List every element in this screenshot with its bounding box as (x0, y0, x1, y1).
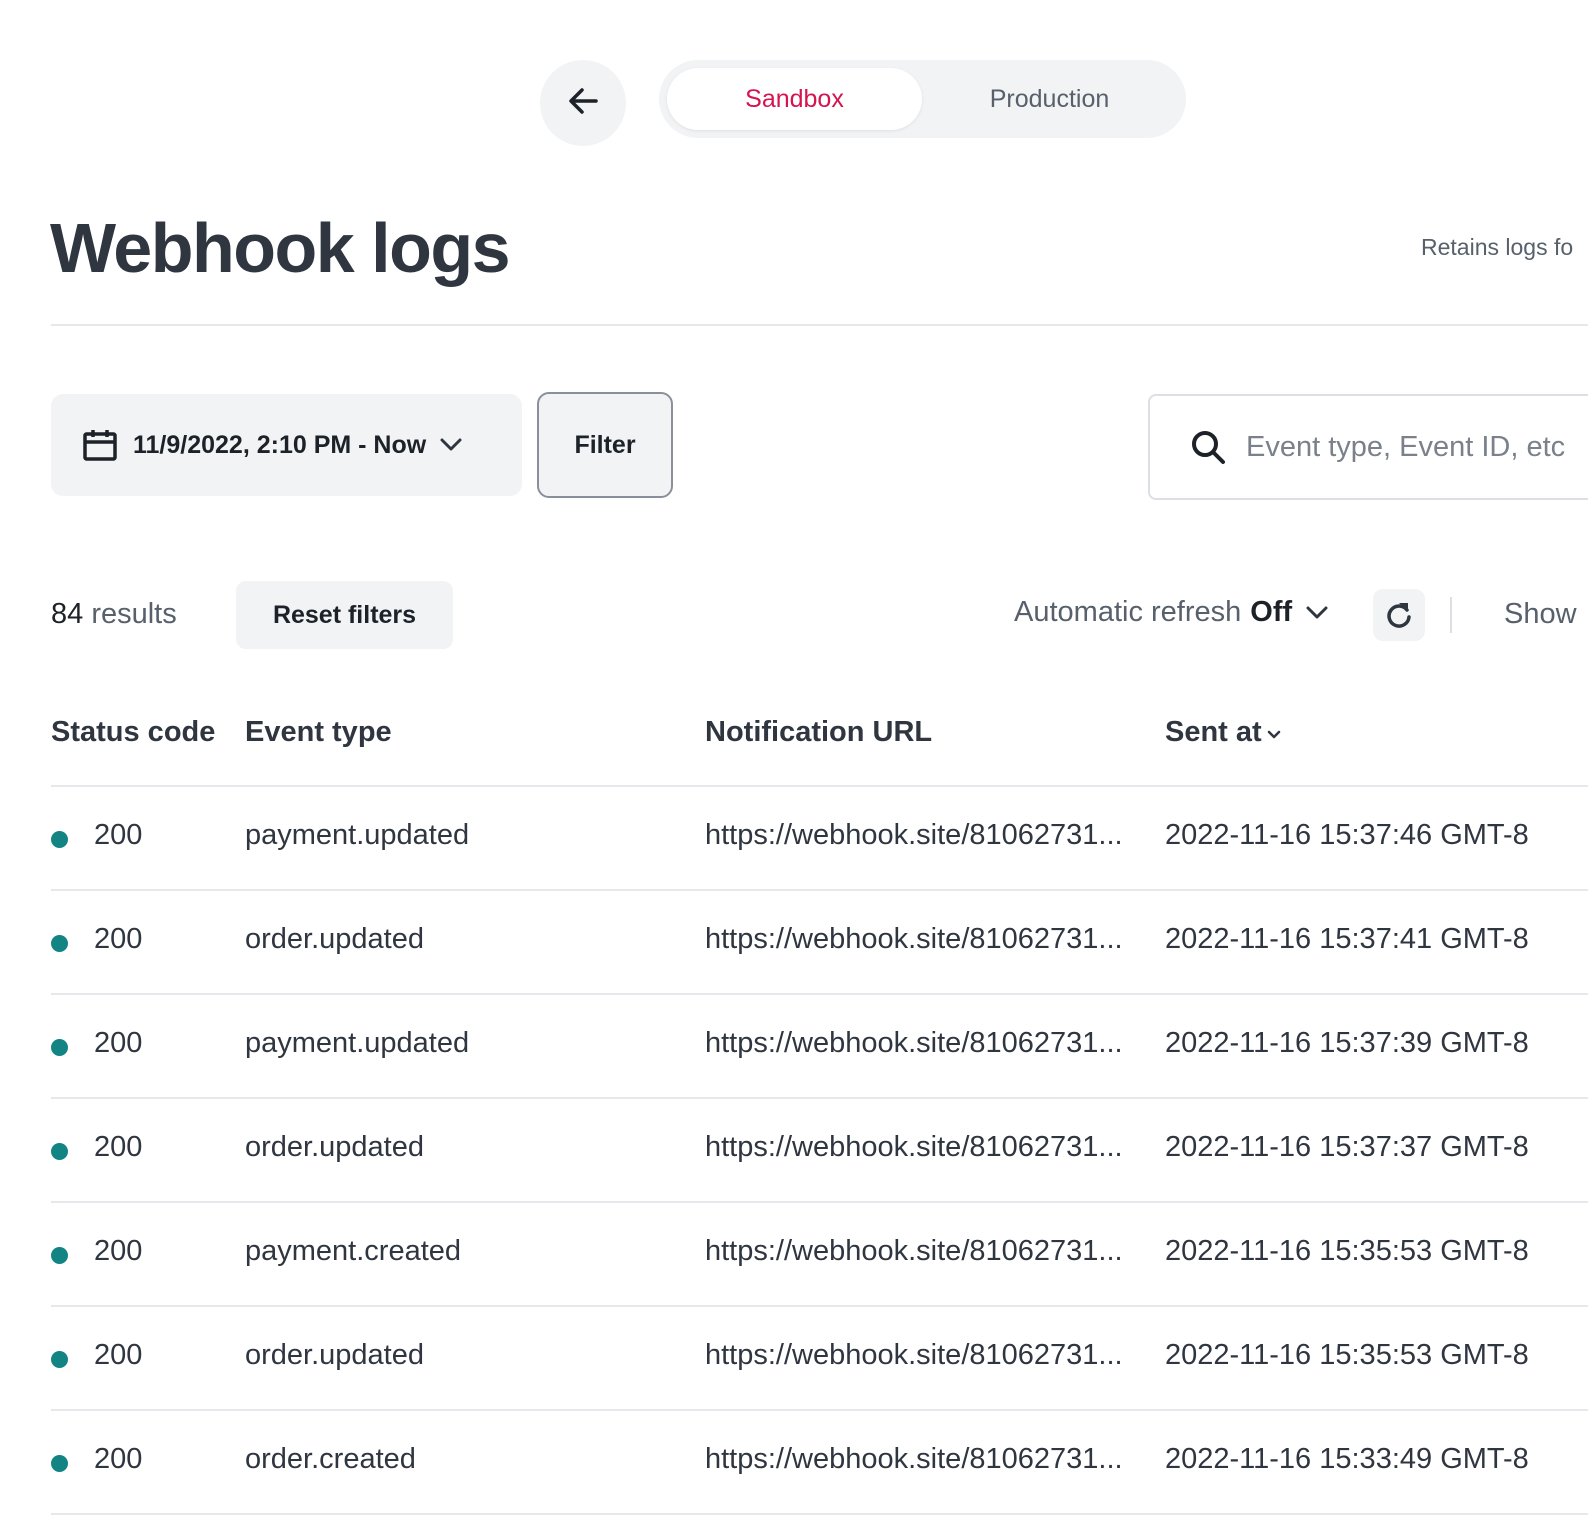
notification-url: https://webhook.site/81062731... (705, 1027, 1123, 1059)
sent-at: 2022-11-16 15:37:39 GMT-8 (1165, 1027, 1529, 1059)
column-header-status-code: Status code (51, 716, 216, 748)
sent-at: 2022-11-16 15:35:53 GMT-8 (1165, 1339, 1529, 1371)
table-row[interactable]: 200 order.created https://webhook.site/8… (0, 1411, 1588, 1513)
event-type: payment.updated (245, 1027, 470, 1059)
environment-toggle: Sandbox Production (659, 60, 1186, 138)
chevron-down-icon (1306, 606, 1328, 620)
tab-production[interactable]: Production (922, 68, 1177, 130)
results-count-suffix: results (91, 598, 177, 630)
notification-url: https://webhook.site/81062731... (705, 819, 1123, 851)
sent-at: 2022-11-16 15:37:41 GMT-8 (1165, 923, 1529, 955)
column-header-sent-at-label: Sent at (1165, 716, 1262, 748)
search-icon (1190, 429, 1226, 465)
event-type: order.updated (245, 1339, 424, 1371)
sent-at: 2022-11-16 15:37:37 GMT-8 (1165, 1131, 1529, 1163)
date-range-picker[interactable]: 11/9/2022, 2:10 PM - Now (51, 394, 522, 496)
automatic-refresh-value: Off (1250, 596, 1293, 628)
results-count: 84 results (51, 598, 177, 631)
status-dot-icon (51, 935, 68, 952)
status-dot-icon (51, 1247, 68, 1264)
table-row[interactable]: 200 payment.updated https://webhook.site… (0, 787, 1588, 889)
status-dot-icon (51, 1143, 68, 1160)
status-dot-icon (51, 1039, 68, 1056)
event-type: payment.updated (245, 819, 470, 851)
status-code: 200 (94, 1131, 143, 1163)
filter-button[interactable]: Filter (537, 392, 673, 498)
column-header-sent-at[interactable]: Sent at (1165, 716, 1281, 749)
table-row[interactable]: 200 payment.created https://webhook.site… (0, 1203, 1588, 1305)
notification-url: https://webhook.site/81062731... (705, 1131, 1123, 1163)
table-divider (51, 1513, 1588, 1515)
refresh-icon (1385, 600, 1413, 630)
notification-url: https://webhook.site/81062731... (705, 1443, 1123, 1475)
event-type: order.updated (245, 923, 424, 955)
arrow-left-icon (568, 87, 598, 120)
event-type: payment.created (245, 1235, 462, 1267)
sent-at: 2022-11-16 15:37:46 GMT-8 (1165, 819, 1529, 851)
automatic-refresh-dropdown[interactable]: Automatic refresh Off (1014, 596, 1328, 629)
table-row[interactable]: 200 order.updated https://webhook.site/8… (0, 1099, 1588, 1201)
status-dot-icon (51, 1455, 68, 1472)
automatic-refresh-label: Automatic refresh (1014, 596, 1242, 628)
table-row[interactable]: 200 order.updated https://webhook.site/8… (0, 1307, 1588, 1409)
column-header-event-type: Event type (245, 716, 392, 748)
sent-at: 2022-11-16 15:33:49 GMT-8 (1165, 1443, 1529, 1475)
refresh-button[interactable] (1373, 589, 1425, 641)
divider (1450, 597, 1452, 633)
show-label[interactable]: Show (1504, 598, 1577, 631)
notification-url: https://webhook.site/81062731... (705, 923, 1123, 955)
status-code: 200 (94, 1339, 143, 1371)
status-code: 200 (94, 1443, 143, 1475)
status-dot-icon (51, 1351, 68, 1368)
notification-url: https://webhook.site/81062731... (705, 1339, 1123, 1371)
tab-sandbox[interactable]: Sandbox (667, 68, 922, 130)
table-row[interactable]: 200 order.updated https://webhook.site/8… (0, 891, 1588, 993)
sort-chevron-down-icon (1267, 730, 1281, 739)
search-field[interactable] (1148, 394, 1588, 500)
notification-url: https://webhook.site/81062731... (705, 1235, 1123, 1267)
back-button[interactable] (540, 60, 626, 146)
status-code: 200 (94, 923, 143, 955)
results-count-number: 84 (51, 598, 84, 630)
event-type: order.created (245, 1443, 416, 1475)
status-code: 200 (94, 1235, 143, 1267)
calendar-icon (83, 429, 117, 461)
page-title: Webhook logs (50, 209, 511, 287)
reset-filters-button[interactable]: Reset filters (236, 581, 453, 649)
search-input[interactable] (1244, 429, 1588, 465)
retention-note: Retains logs fo (1421, 234, 1574, 260)
chevron-down-icon (440, 438, 462, 452)
status-code: 200 (94, 1027, 143, 1059)
header-divider (51, 324, 1588, 326)
sent-at: 2022-11-16 15:35:53 GMT-8 (1165, 1235, 1529, 1267)
column-header-notification-url: Notification URL (705, 716, 933, 748)
event-type: order.updated (245, 1131, 424, 1163)
date-range-label: 11/9/2022, 2:10 PM - Now (133, 430, 427, 459)
status-code: 200 (94, 819, 143, 851)
status-dot-icon (51, 831, 68, 848)
table-row[interactable]: 200 payment.updated https://webhook.site… (0, 995, 1588, 1097)
